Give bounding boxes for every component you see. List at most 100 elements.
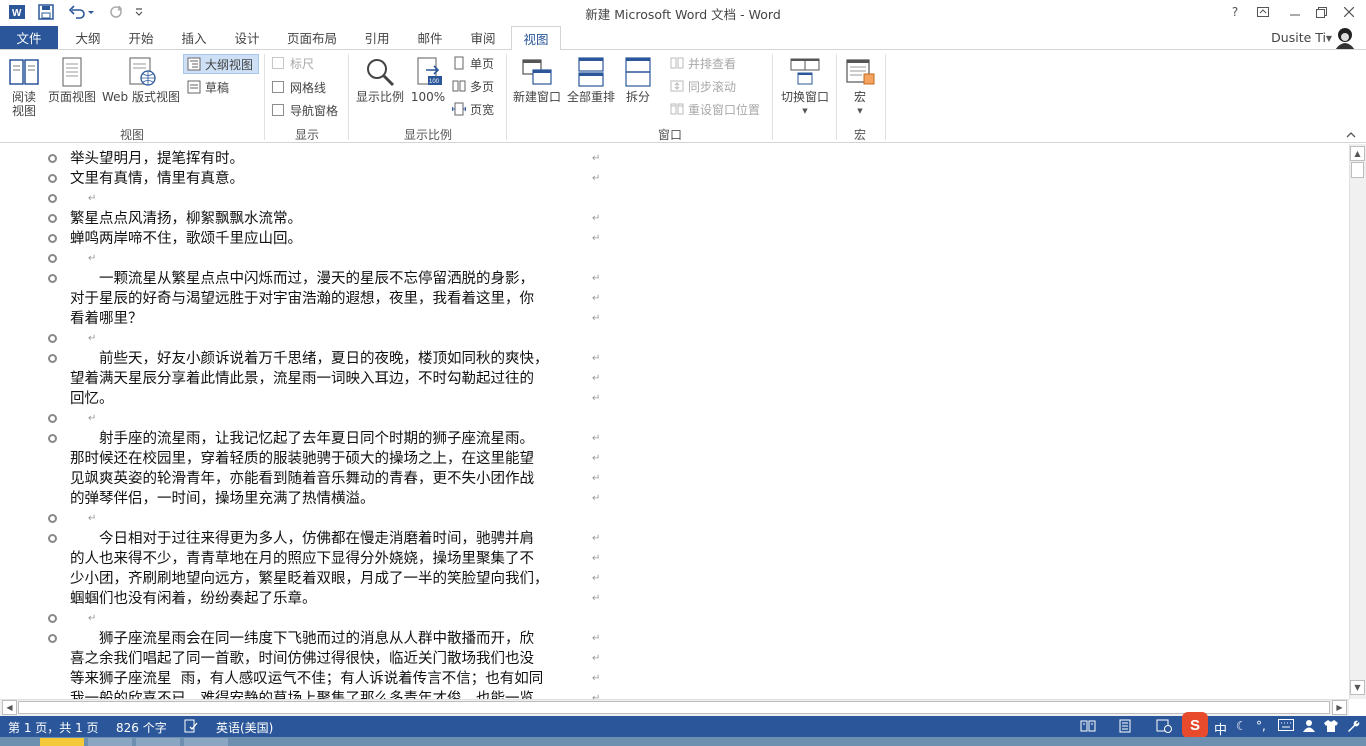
- close-icon[interactable]: [1336, 2, 1362, 22]
- switch-windows-button[interactable]: 切换窗口 ▼: [778, 56, 832, 118]
- scroll-up-icon[interactable]: ▲: [1350, 146, 1365, 161]
- ruler-checkbox[interactable]: 标尺: [272, 53, 342, 73]
- tab-home[interactable]: 开始: [120, 26, 162, 49]
- outline-text[interactable]: 蝉鸣两岸啼不住，歌颂千里应山回。: [70, 229, 590, 249]
- outline-bullet-icon[interactable]: [48, 174, 57, 183]
- view-side-by-side-button[interactable]: 并排查看: [670, 53, 766, 73]
- tools-icon[interactable]: [1346, 719, 1360, 736]
- outline-text[interactable]: 看着哪里？: [70, 309, 590, 329]
- sogou-ime-icon[interactable]: S: [1182, 712, 1208, 738]
- taskbar-item[interactable]: [136, 738, 180, 746]
- help-button[interactable]: ?: [1222, 2, 1248, 22]
- outline-bullet-icon[interactable]: [48, 534, 57, 543]
- outline-text[interactable]: 蝈蝈们也没有闲着，纷纷奏起了乐章。: [70, 589, 590, 609]
- outline-line[interactable]: 蝈蝈们也没有闲着，纷纷奏起了乐章。 ↵: [0, 589, 1349, 609]
- outline-line[interactable]: 狮子座流星雨会在同一纬度下飞驰而过的消息从人群中散播而开，欣 ↵: [0, 629, 1349, 649]
- outline-bullet-icon[interactable]: [48, 354, 57, 363]
- web-layout-button[interactable]: Web 版式视图: [100, 56, 182, 104]
- outline-bullet-icon[interactable]: [48, 614, 57, 623]
- outline-line[interactable]: 望着满天星辰分享着此情此景，流星雨一词映入耳边，不时勾勒起过往的 ↵: [0, 369, 1349, 389]
- document-area[interactable]: 举头望明月，提笔挥有时。 ↵ 文里有真情，情里有真意。 ↵ ↵ 繁星点点风清扬，柳絮飘飘水…: [0, 144, 1349, 701]
- outline-line[interactable]: ↵: [0, 249, 1349, 269]
- outline-bullet-icon[interactable]: [48, 214, 57, 223]
- scroll-down-icon[interactable]: ▼: [1350, 680, 1365, 695]
- outline-bullet-icon[interactable]: [48, 254, 57, 263]
- outline-bullet-icon[interactable]: [48, 414, 57, 423]
- tab-insert[interactable]: 插入: [173, 26, 215, 49]
- print-layout-status-icon[interactable]: [1118, 719, 1132, 736]
- one-page-button[interactable]: 单页: [452, 53, 500, 73]
- outline-text[interactable]: 那时候还在校园里，穿着轻质的服装驰骋于硕大的操场之上，在这里能望: [70, 449, 590, 469]
- restore-icon[interactable]: [1308, 2, 1334, 22]
- outline-text[interactable]: 今日相对于过往来得更为多人，仿佛都在慢走消磨着时间，驰骋并肩: [70, 529, 590, 549]
- scroll-left-icon[interactable]: ◀: [2, 700, 17, 715]
- scroll-right-icon[interactable]: ▶: [1332, 700, 1347, 715]
- moon-icon[interactable]: ☾: [1236, 719, 1247, 733]
- word-count[interactable]: 826 个字: [116, 719, 167, 736]
- outline-text[interactable]: 喜之余我们唱起了同一首歌，时间仿佛过得很快，临近关门散场我们也没: [70, 649, 590, 669]
- outline-text[interactable]: 望着满天星辰分享着此情此景，流星雨一词映入耳边，不时勾勒起过往的: [70, 369, 590, 389]
- read-mode-button[interactable]: 阅读 视图: [6, 56, 42, 118]
- outline-line[interactable]: 射手座的流星雨，让我记忆起了去年夏日同个时期的狮子座流星雨。 ↵: [0, 429, 1349, 449]
- outline-text[interactable]: 的弹琴伴侣，一时间，操场里充满了热情横溢。: [70, 489, 590, 509]
- outline-text[interactable]: 见飒爽英姿的轮滑青年，亦能看到随着音乐舞动的青春，更不失小团作战: [70, 469, 590, 489]
- zoom-button[interactable]: 显示比例: [354, 56, 406, 104]
- gridlines-checkbox[interactable]: 网格线: [272, 77, 342, 97]
- tab-page-layout[interactable]: 页面布局: [280, 26, 344, 49]
- tab-references[interactable]: 引用: [356, 26, 398, 49]
- outline-line[interactable]: 繁星点点风清扬，柳絮飘飘水流常。 ↵: [0, 209, 1349, 229]
- skin-icon[interactable]: [1324, 719, 1338, 736]
- outline-line[interactable]: 的弹琴伴侣，一时间，操场里充满了热情横溢。 ↵: [0, 489, 1349, 509]
- page-count[interactable]: 第 1 页，共 1 页: [8, 719, 99, 736]
- outline-bullet-icon[interactable]: [48, 634, 57, 643]
- outline-bullet-icon[interactable]: [48, 434, 57, 443]
- collapse-ribbon-icon[interactable]: [1346, 129, 1356, 142]
- taskbar-item[interactable]: [88, 738, 132, 746]
- outline-line[interactable]: 喜之余我们唱起了同一首歌，时间仿佛过得很快，临近关门散场我们也没 ↵: [0, 649, 1349, 669]
- outline-text[interactable]: 举头望明月，提笔挥有时。: [70, 149, 590, 169]
- tab-outline[interactable]: 大纲: [68, 26, 108, 49]
- outline-line[interactable]: 的人也来得不少，青青草地在月的照应下显得分外娆娆，操场里聚集了不 ↵: [0, 549, 1349, 569]
- outline-text[interactable]: 繁星点点风清扬，柳絮飘飘水流常。: [70, 209, 590, 229]
- avatar[interactable]: [1332, 26, 1358, 50]
- sync-scroll-button[interactable]: 同步滚动: [670, 76, 766, 96]
- outline-text[interactable]: 回忆。: [70, 389, 590, 409]
- outline-bullet-icon[interactable]: [48, 514, 57, 523]
- read-mode-status-icon[interactable]: [1080, 719, 1096, 736]
- outline-line[interactable]: 前些天，好友小颜诉说着万千思绪，夏日的夜晚，楼顶如同秋的爽快， ↵: [0, 349, 1349, 369]
- vertical-scroll-thumb[interactable]: [1351, 162, 1364, 178]
- outline-line[interactable]: 对于星辰的好奇与渴望远胜于对宇宙浩瀚的遐想，夜里，我看着这里，你 ↵: [0, 289, 1349, 309]
- horizontal-scroll-thumb[interactable]: [18, 701, 1330, 714]
- outline-text[interactable]: 前些天，好友小颜诉说着万千思绪，夏日的夜晚，楼顶如同秋的爽快，: [70, 349, 590, 369]
- vertical-scrollbar[interactable]: ▲ ▼: [1349, 144, 1366, 699]
- outline-line[interactable]: 举头望明月，提笔挥有时。 ↵: [0, 149, 1349, 169]
- draft-button[interactable]: 草稿: [187, 77, 247, 97]
- zoom-100-button[interactable]: 100 100%: [410, 56, 446, 104]
- tab-file[interactable]: 文件: [0, 26, 58, 49]
- outline-line[interactable]: 文里有真情，情里有真意。 ↵: [0, 169, 1349, 189]
- outline-text[interactable]: 狮子座流星雨会在同一纬度下飞驰而过的消息从人群中散播而开，欣: [70, 629, 590, 649]
- arrange-all-button[interactable]: 全部重排: [564, 56, 618, 104]
- outline-view-button[interactable]: 大纲视图: [183, 54, 259, 74]
- reset-window-position-button[interactable]: 重设窗口位置: [670, 99, 770, 119]
- ime-mode[interactable]: 中: [1214, 719, 1227, 738]
- outline-line[interactable]: ↵: [0, 189, 1349, 209]
- outline-line[interactable]: 等来狮子座流星 雨，有人感叹运气不佳；有人诉说着传言不信；也有如同 ↵: [0, 669, 1349, 689]
- taskbar-item[interactable]: [184, 738, 228, 746]
- outline-line[interactable]: 回忆。 ↵: [0, 389, 1349, 409]
- outline-line[interactable]: ↵: [0, 509, 1349, 529]
- split-button[interactable]: 拆分: [620, 56, 656, 104]
- outline-text[interactable]: 射手座的流星雨，让我记忆起了去年夏日同个时期的狮子座流星雨。: [70, 429, 590, 449]
- print-layout-button[interactable]: 页面视图: [47, 56, 97, 104]
- outline-line[interactable]: ↵: [0, 609, 1349, 629]
- taskbar-item[interactable]: [40, 738, 84, 746]
- outline-text[interactable]: 等来狮子座流星 雨，有人感叹运气不佳；有人诉说着传言不信；也有如同: [70, 669, 590, 689]
- web-layout-status-icon[interactable]: [1156, 719, 1172, 736]
- keyboard-icon[interactable]: [1278, 719, 1294, 734]
- outline-line[interactable]: 少小团，齐刷刷地望向远方，繁星眨着双眼，月成了一半的笑脸望向我们， ↵: [0, 569, 1349, 589]
- outline-line[interactable]: ↵: [0, 409, 1349, 429]
- horizontal-scrollbar[interactable]: ◀ ▶: [0, 699, 1349, 716]
- outline-line[interactable]: 蝉鸣两岸啼不住，歌颂千里应山回。 ↵: [0, 229, 1349, 249]
- outline-bullet-icon[interactable]: [48, 194, 57, 203]
- outline-bullet-icon[interactable]: [48, 274, 57, 283]
